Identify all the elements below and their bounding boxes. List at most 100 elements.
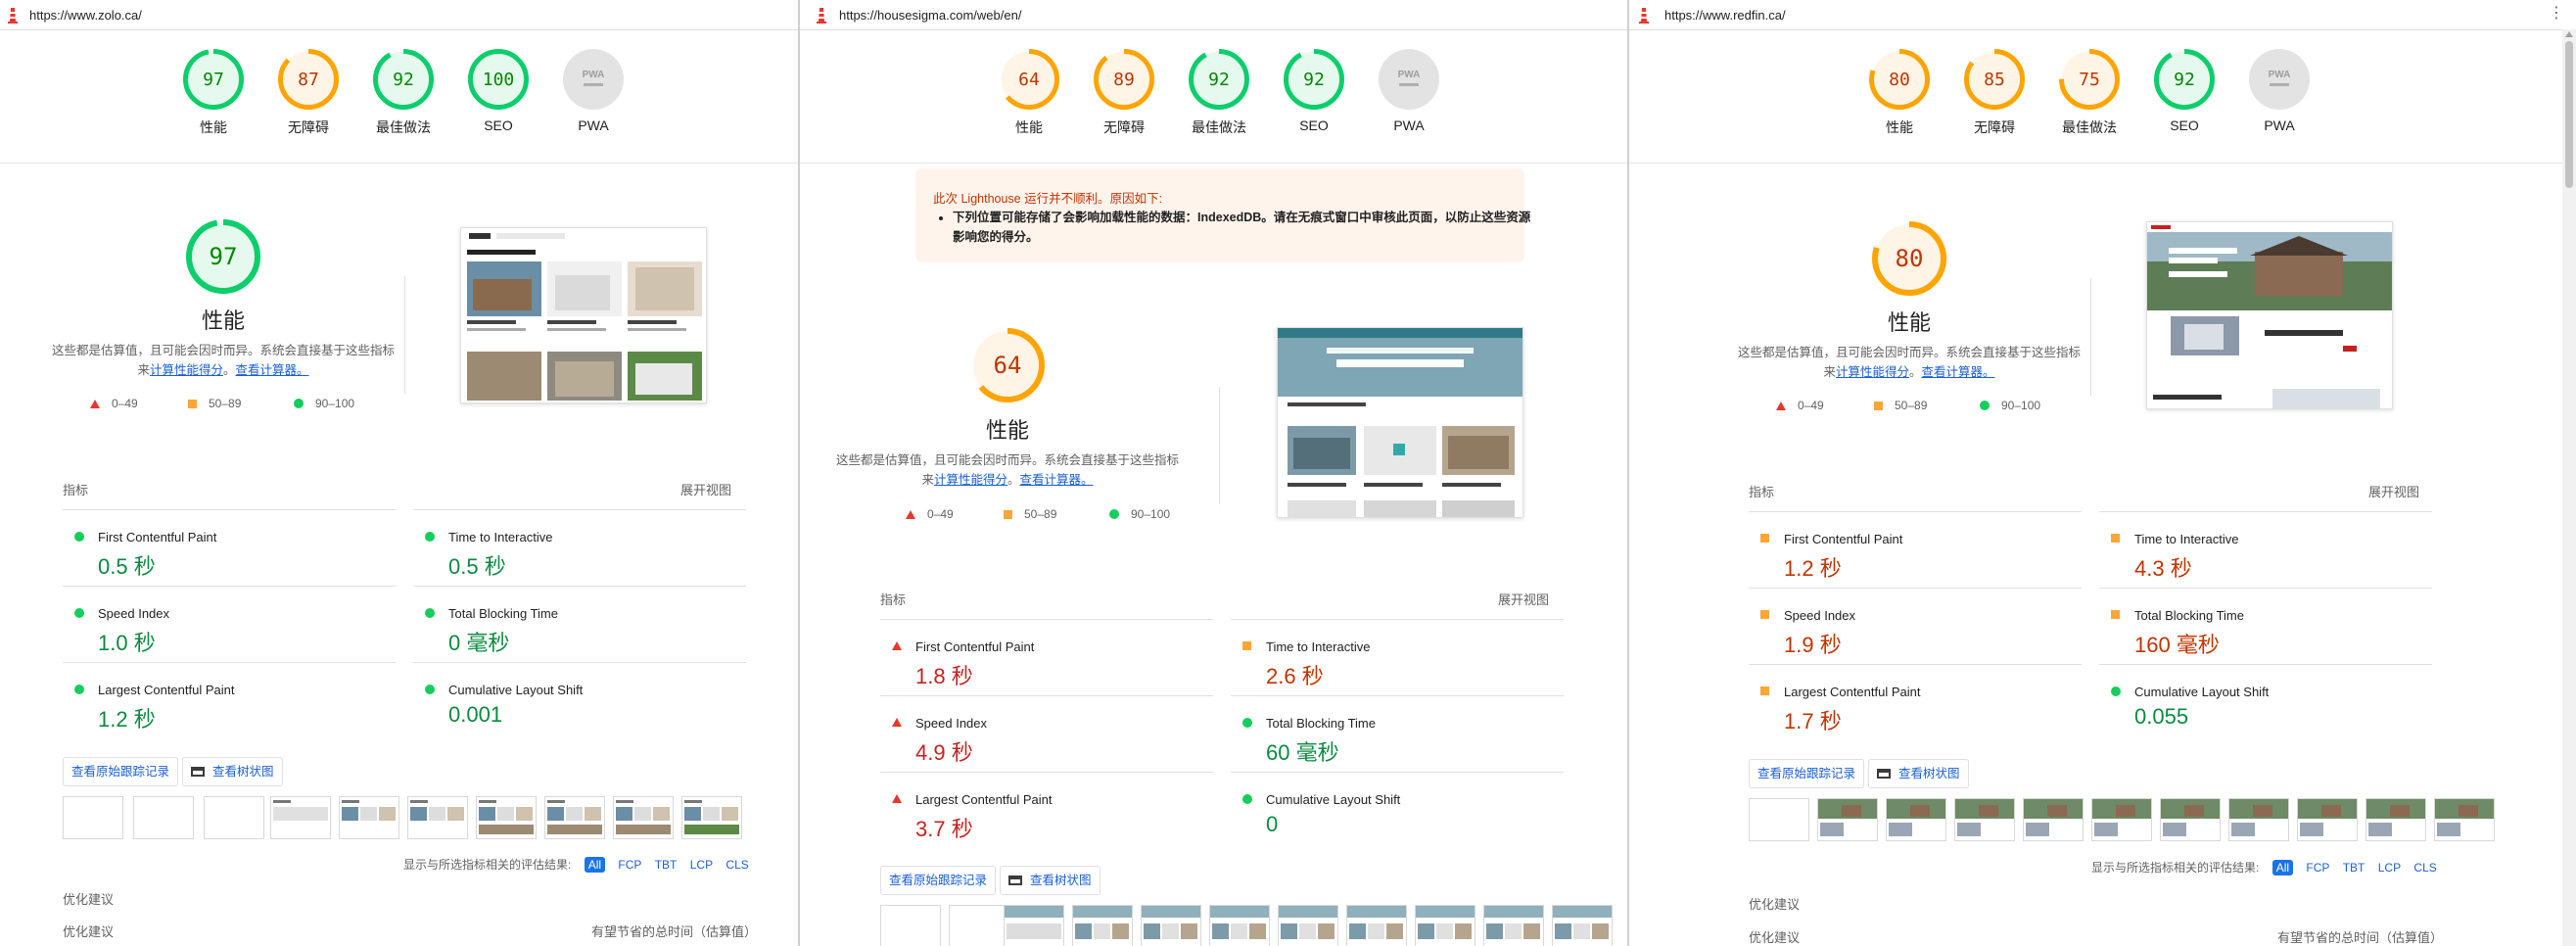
gauge-best-practices[interactable]: 92 最佳做法: [1172, 47, 1266, 137]
vertical-scrollbar[interactable]: [2562, 29, 2576, 946]
metric-lcp: Largest Contentful Paint 1.2 秒: [63, 662, 396, 739]
pwa-bar: [1399, 83, 1419, 86]
pass-circle-icon: [294, 399, 304, 408]
gauge-ring: 89: [1094, 49, 1154, 110]
metric-si: Speed Index 4.9 秒: [880, 695, 1213, 773]
filter-lcp[interactable]: LCP: [2378, 861, 2401, 875]
pwa-bar: [584, 83, 603, 86]
metric-tti: Time to Interactive 0.5 秒: [413, 509, 746, 587]
gauge-performance[interactable]: 97 性能: [166, 47, 260, 137]
performance-gauge: 80: [1872, 221, 1946, 296]
view-trace-button[interactable]: 查看原始跟踪记录: [63, 757, 179, 786]
url-bar: https://housesigma.com/web/en/: [800, 0, 1627, 30]
filmstrip-frame: [2365, 798, 2426, 841]
pwa-logo-icon: PWA: [583, 70, 605, 80]
filter-lcp[interactable]: LCP: [690, 858, 713, 872]
pass-circle-icon: [1980, 401, 1990, 410]
calc-score-link[interactable]: 计算性能得分: [1836, 365, 1909, 379]
view-treemap-button[interactable]: 查看树状图: [182, 757, 283, 786]
report-url[interactable]: https://www.zolo.ca/: [29, 8, 142, 23]
metric-cls: Cumulative Layout Shift 0: [1231, 772, 1564, 849]
filter-fcp[interactable]: FCP: [2306, 861, 2329, 875]
fail-triangle-icon: [906, 510, 915, 519]
metric-si: Speed Index 1.9 秒: [1749, 588, 2082, 665]
gauge-best-practices[interactable]: 92 最佳做法: [356, 47, 450, 137]
average-square-icon: [1242, 641, 1251, 650]
filter-cls[interactable]: CLS: [2413, 861, 2436, 875]
filter-all[interactable]: All: [2272, 860, 2294, 875]
scrollbar-thumb[interactable]: [2565, 41, 2573, 188]
category-gauges: 97 性能 87 无障碍 92 最佳做法 100 SEO PWA PWA: [0, 29, 798, 164]
scroll-up-icon[interactable]: [2565, 31, 2573, 37]
pass-circle-icon: [1242, 794, 1252, 804]
filmstrip-frame: [339, 796, 399, 839]
gauge-ring: 100: [468, 49, 529, 110]
filter-cls[interactable]: CLS: [726, 858, 748, 872]
expand-view-toggle[interactable]: 展开视图: [1498, 590, 1549, 608]
performance-title: 性能: [1887, 310, 1931, 335]
gauge-performance[interactable]: 80 性能: [1852, 47, 1946, 137]
gauge-best-practices[interactable]: 75 最佳做法: [2042, 47, 2136, 137]
performance-description: 这些都是估算值，且可能会因时而异。系统会直接基于这些指标来计算性能得分。查看计算…: [1737, 346, 2081, 379]
fail-triangle-icon: [892, 641, 902, 650]
final-screenshot[interactable]: [2146, 221, 2393, 409]
average-square-icon: [2111, 534, 2120, 543]
gauge-score: 89: [1113, 70, 1135, 90]
calc-score-link[interactable]: 计算性能得分: [150, 363, 223, 377]
view-trace-button[interactable]: 查看原始跟踪记录: [1749, 759, 1865, 788]
gauge-score: 64: [994, 352, 1022, 379]
gauge-pwa[interactable]: PWA PWA: [546, 47, 640, 133]
gauge-ring: 85: [1964, 49, 2025, 110]
filmstrip-frame: [2228, 798, 2289, 841]
gauge-seo[interactable]: 92 SEO: [2137, 47, 2231, 133]
fail-triangle-icon: [90, 400, 100, 408]
category-gauges: 64 性能 89 无障碍 92 最佳做法 92 SEO PWA PWA: [800, 29, 1627, 164]
fail-triangle-icon: [892, 718, 902, 727]
report-url[interactable]: https://www.redfin.ca/: [1664, 8, 1786, 23]
filter-tbt[interactable]: TBT: [655, 858, 678, 872]
filmstrip-frame: [2091, 798, 2152, 841]
filmstrip-frame: [1004, 905, 1064, 946]
calculator-link[interactable]: 查看计算器。: [236, 363, 309, 377]
filmstrip-frame: [1483, 905, 1544, 946]
lighthouse-icon: [817, 8, 826, 24]
warning-title: 此次 Lighthouse 运行并不顺利。原因如下:: [933, 192, 1163, 206]
gauge-score: 87: [298, 70, 319, 90]
calculator-link[interactable]: 查看计算器。: [1922, 365, 1995, 379]
filmstrip-frame: [63, 796, 123, 839]
expand-view-toggle[interactable]: 展开视图: [680, 480, 731, 498]
pass-circle-icon: [74, 685, 84, 694]
filmstrip-frame: [1072, 905, 1133, 946]
gauge-seo[interactable]: 92 SEO: [1267, 47, 1361, 133]
expand-view-toggle[interactable]: 展开视图: [2368, 482, 2419, 500]
filmstrip-frame: [1552, 905, 1613, 946]
gauge-ring: 92: [1284, 49, 1344, 110]
gauge-seo[interactable]: 100 SEO: [451, 47, 545, 133]
view-treemap-button[interactable]: 查看树状图: [1868, 759, 1969, 788]
url-bar: https://www.zolo.ca/: [0, 0, 798, 30]
final-screenshot[interactable]: [460, 227, 707, 403]
more-options-icon[interactable]: ⋮: [2549, 6, 2564, 22]
gauge-accessibility[interactable]: 89 无障碍: [1077, 47, 1171, 137]
filter-all[interactable]: All: [584, 857, 606, 873]
view-treemap-button[interactable]: 查看树状图: [1000, 866, 1101, 895]
view-trace-button[interactable]: 查看原始跟踪记录: [880, 866, 997, 895]
gauge-performance[interactable]: 64 性能: [982, 47, 1076, 137]
gauge-pwa[interactable]: PWA PWA: [2232, 47, 2326, 133]
pass-circle-icon: [2111, 686, 2121, 696]
filmstrip-frame: [949, 905, 1009, 946]
report-url[interactable]: https://housesigma.com/web/en/: [839, 8, 1021, 23]
pass-circle-icon: [425, 608, 435, 618]
pass-circle-icon: [425, 532, 435, 542]
gauge-ring: 92: [373, 49, 434, 110]
final-screenshot[interactable]: [1277, 327, 1523, 518]
calc-score-link[interactable]: 计算性能得分: [934, 473, 1007, 487]
filter-tbt[interactable]: TBT: [2343, 861, 2365, 875]
pwa-logo-icon: PWA: [2269, 70, 2291, 80]
gauge-accessibility[interactable]: 87 无障碍: [261, 47, 355, 137]
gauge-accessibility[interactable]: 85 无障碍: [1947, 47, 2041, 137]
filter-fcp[interactable]: FCP: [618, 858, 641, 872]
calculator-link[interactable]: 查看计算器。: [1020, 473, 1094, 487]
gauge-pwa[interactable]: PWA PWA: [1362, 47, 1456, 133]
estimated-savings-label: 有望节省的总时间（估算值）: [2277, 930, 2444, 945]
